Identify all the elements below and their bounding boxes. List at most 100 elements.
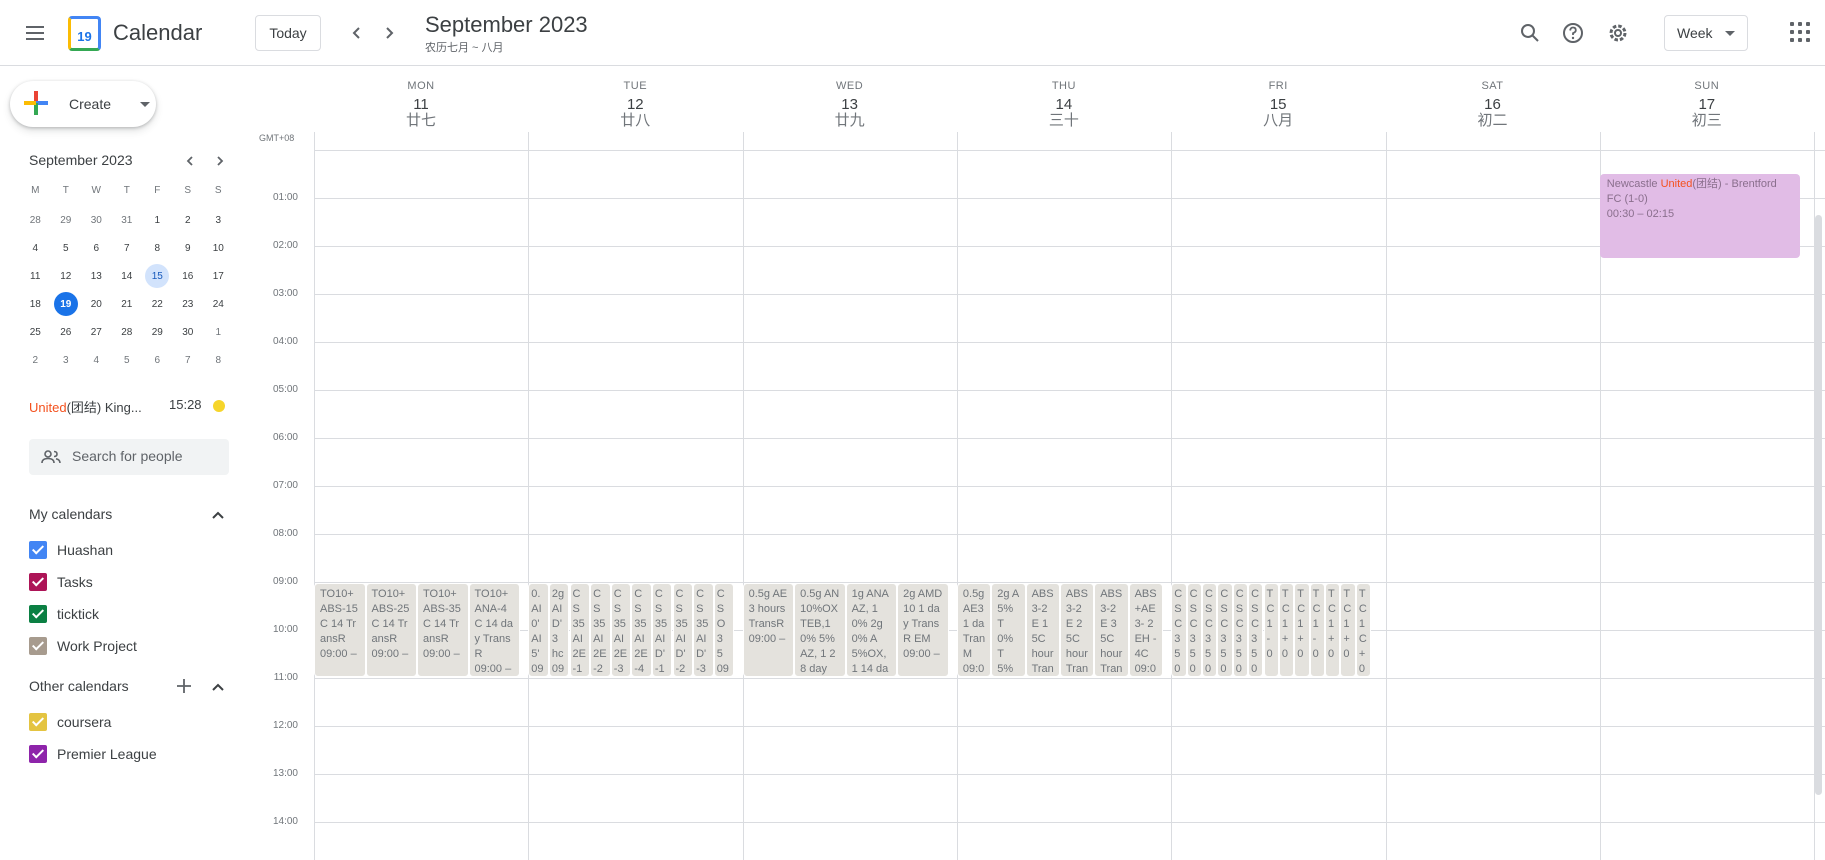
mini-day[interactable]: 9: [173, 234, 204, 262]
calendar-event[interactable]: T C 1 + 0: [1294, 583, 1310, 677]
search-button[interactable]: [1514, 17, 1546, 49]
calendar-item-tasks[interactable]: Tasks: [29, 570, 229, 594]
mini-day[interactable]: 8: [203, 346, 234, 374]
collapse-my-calendars-button[interactable]: [208, 505, 228, 525]
mini-day[interactable]: 21: [112, 290, 143, 318]
mini-day[interactable]: 13: [81, 262, 112, 290]
create-button[interactable]: Create: [10, 81, 156, 127]
mini-day[interactable]: 24: [203, 290, 234, 318]
calendar-event[interactable]: C S C 3 5 0: [1232, 583, 1249, 677]
menu-icon[interactable]: [18, 17, 50, 49]
calendar-event[interactable]: 2g A 5%T 0%T 5%A %AZ09:0: [991, 583, 1026, 677]
mini-prev-month-button[interactable]: [179, 150, 201, 172]
premier-league-match[interactable]: United(团结) King... 15:28: [29, 397, 229, 415]
calendar-item-premier-league[interactable]: Premier League: [29, 742, 229, 766]
mini-day[interactable]: 19: [51, 290, 82, 318]
calendar-event[interactable]: CS 35 AI 2E -109: [569, 583, 591, 677]
calendar-event[interactable]: TO10+ABS-25C 14 TransR 09:00 –: [365, 583, 417, 677]
checkbox-checked-icon[interactable]: [29, 713, 47, 731]
day-header-wed[interactable]: WED 13 廿九: [743, 80, 957, 129]
day-number[interactable]: 15: [1171, 97, 1385, 113]
calendar-event[interactable]: T C 1 + 0: [1340, 583, 1356, 677]
mini-day[interactable]: 31: [112, 206, 143, 234]
mini-day[interactable]: 1: [203, 318, 234, 346]
mini-day[interactable]: 8: [142, 234, 173, 262]
checkbox-checked-icon[interactable]: [29, 541, 47, 559]
mini-day[interactable]: 14: [112, 262, 143, 290]
view-select[interactable]: Week: [1664, 15, 1748, 51]
calendar-event[interactable]: ABS 3-2E 25C hour Tran09:0: [1059, 583, 1095, 677]
scrollbar-thumb[interactable]: [1815, 215, 1822, 795]
mini-day[interactable]: 2: [173, 206, 204, 234]
mini-next-month-button[interactable]: [209, 150, 231, 172]
mini-day[interactable]: 18: [20, 290, 51, 318]
my-calendars-title[interactable]: My calendars: [29, 506, 112, 522]
mini-day[interactable]: 29: [51, 206, 82, 234]
collapse-other-calendars-button[interactable]: [208, 677, 228, 697]
calendar-event[interactable]: 1g ANA AZ, 10% 2g 0% A 5%OX,1 14 day09:0…: [845, 583, 898, 677]
day-number[interactable]: 11: [314, 97, 528, 113]
calendar-event[interactable]: T C 1 - 0: [1263, 583, 1279, 677]
calendar-event[interactable]: 0.5g AE 3 hours TransR 09:00 –: [742, 583, 795, 677]
calendar-event[interactable]: T C 1 + 0: [1325, 583, 1341, 677]
calendar-event[interactable]: ABS +AE 3- 2EH -4C 09:0: [1128, 583, 1163, 677]
mini-day[interactable]: 4: [20, 234, 51, 262]
calendar-event-match[interactable]: Newcastle United(团结) - Brentford FC (1-0…: [1599, 174, 1801, 258]
mini-day[interactable]: 10: [203, 234, 234, 262]
mini-day[interactable]: 23: [173, 290, 204, 318]
calendar-event[interactable]: T C 1 + 0: [1278, 583, 1295, 677]
day-header-mon[interactable]: MON 11 廿七: [314, 80, 528, 129]
help-button[interactable]: [1557, 17, 1589, 49]
calendar-event[interactable]: CS 35 AI 2E -409: [631, 583, 652, 677]
calendar-item-coursera[interactable]: coursera: [29, 710, 229, 734]
checkbox-checked-icon[interactable]: [29, 605, 47, 623]
calendar-event[interactable]: CS 35 AI D' -109: [651, 583, 673, 677]
day-header-tue[interactable]: TUE 12 廿八: [528, 80, 742, 129]
add-calendar-button[interactable]: [174, 676, 194, 696]
calendar-event[interactable]: C S C 3 5 0: [1217, 583, 1233, 677]
calendar-item-work-project[interactable]: Work Project: [29, 634, 229, 658]
mini-day[interactable]: 7: [112, 234, 143, 262]
mini-day[interactable]: 7: [173, 346, 204, 374]
day-header-sun[interactable]: SUN 17 初三: [1600, 80, 1814, 129]
people-search[interactable]: [29, 439, 229, 475]
mini-day[interactable]: 3: [51, 346, 82, 374]
mini-day[interactable]: 5: [51, 234, 82, 262]
mini-day[interactable]: 6: [142, 346, 173, 374]
calendar-event[interactable]: T C 1 - 0: [1309, 583, 1326, 677]
day-number[interactable]: 16: [1386, 97, 1600, 113]
vertical-scrollbar[interactable]: [1815, 151, 1822, 801]
calendar-event[interactable]: CS 35 AI D' -309: [693, 583, 714, 677]
calendar-event[interactable]: ABS 3-2E 35C hour Tran09:0: [1094, 583, 1129, 677]
people-search-input[interactable]: [72, 448, 222, 464]
mini-day[interactable]: 30: [81, 206, 112, 234]
day-number[interactable]: 14: [957, 97, 1171, 113]
mini-day[interactable]: 4: [81, 346, 112, 374]
mini-day[interactable]: 28: [20, 206, 51, 234]
today-button[interactable]: Today: [255, 15, 321, 51]
mini-day[interactable]: 28: [112, 318, 143, 346]
mini-day[interactable]: 25: [20, 318, 51, 346]
calendar-event[interactable]: CS 35 AI 2E -309: [610, 583, 632, 677]
calendar-event[interactable]: TO10+ABS-35C 14 TransR 09:00 –: [417, 583, 469, 677]
day-header-sat[interactable]: SAT 16 初二: [1386, 80, 1600, 129]
calendar-event[interactable]: T C 1 C + 0: [1355, 583, 1372, 677]
calendar-event[interactable]: 2g AMD10 1 day TransR EM 09:00 –: [897, 583, 949, 677]
previous-week-button[interactable]: [342, 18, 372, 48]
day-header-fri[interactable]: FRI 15 八月: [1171, 80, 1385, 129]
mini-day[interactable]: 5: [112, 346, 143, 374]
mini-day[interactable]: 26: [51, 318, 82, 346]
calendar-event[interactable]: CS 35 AI D' -209: [672, 583, 694, 677]
calendar-event[interactable]: C S C 3 5 0: [1201, 583, 1218, 677]
mini-day[interactable]: 29: [142, 318, 173, 346]
settings-button[interactable]: [1602, 17, 1634, 49]
mini-day[interactable]: 2: [20, 346, 51, 374]
mini-day[interactable]: 17: [203, 262, 234, 290]
week-grid[interactable]: GMT+08 MON 11 廿七 TUE 12 廿八 WED 13 廿九 THU 14 三十 FRI 15…: [250, 66, 1825, 860]
calendar-item-ticktick[interactable]: ticktick: [29, 602, 229, 626]
checkbox-checked-icon[interactable]: [29, 745, 47, 763]
apps-icon[interactable]: [1790, 22, 1810, 42]
mini-day[interactable]: 16: [173, 262, 204, 290]
day-number[interactable]: 13: [743, 97, 957, 113]
calendar-event[interactable]: C S C 3 5 0: [1171, 583, 1187, 677]
